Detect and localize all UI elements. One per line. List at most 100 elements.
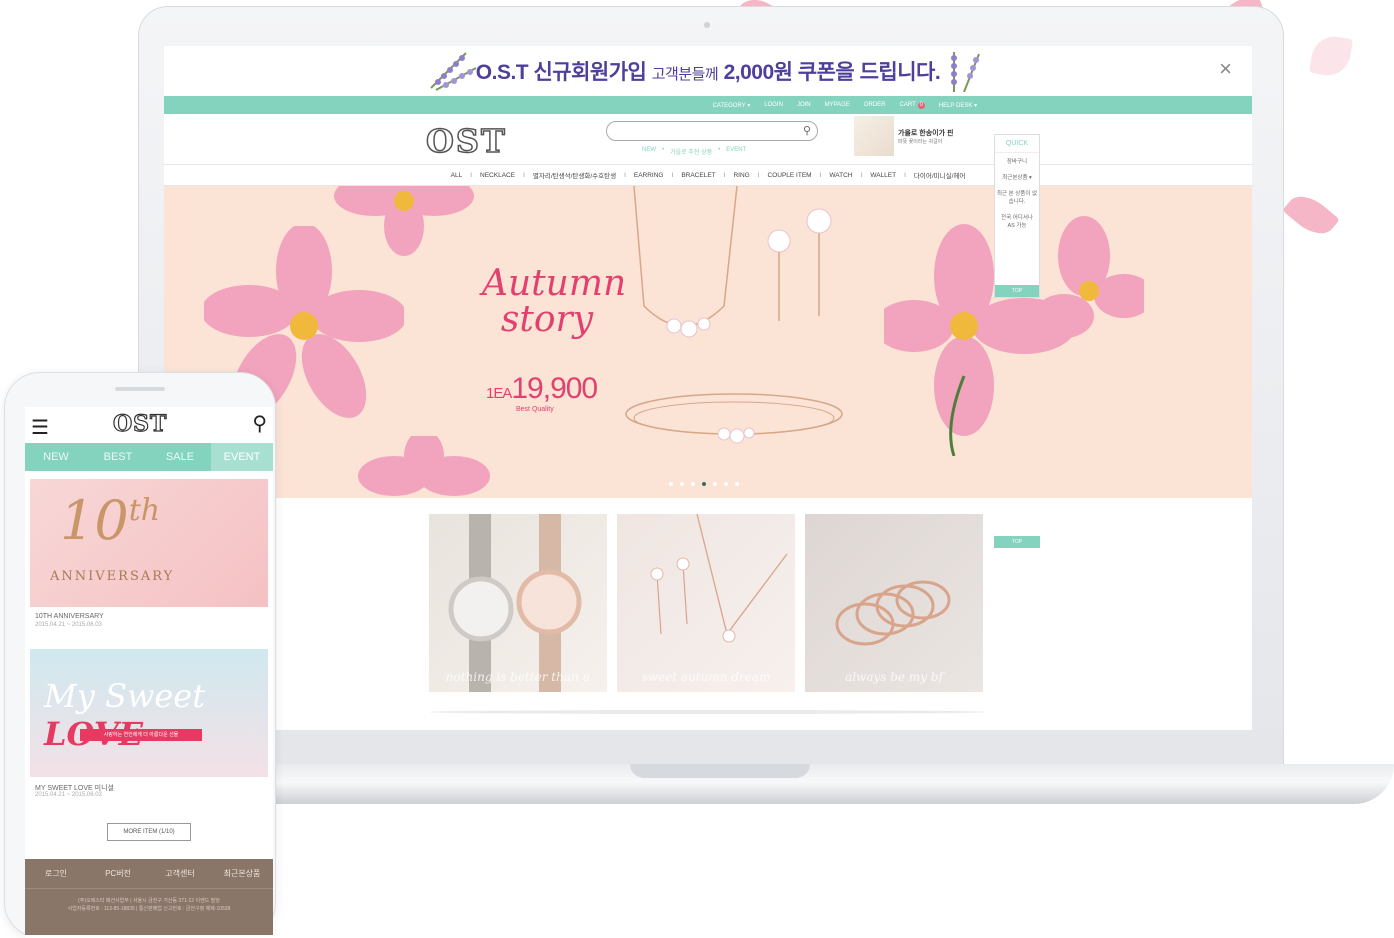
mobile-logo[interactable]: OST xyxy=(112,410,167,437)
hero-subtitle: Best Quality xyxy=(516,406,554,413)
mobile-screen: ☰ OST ⚲ NEW BEST SALE EVENT 10th ANNIVER… xyxy=(25,407,273,938)
footer-support[interactable]: 고객센터 xyxy=(149,859,211,888)
cosmos-flower-image xyxy=(358,436,490,496)
promo-banner[interactable]: O.S.T 신규회원가입 고객분들께 2,000원 쿠폰을 드립니다. × xyxy=(164,46,1252,96)
tab-best[interactable]: BEST xyxy=(87,443,149,471)
quick-top-button[interactable]: TOP xyxy=(995,285,1039,297)
search-icon[interactable]: ⚲ xyxy=(803,124,811,137)
tab-sale[interactable]: SALE xyxy=(149,443,211,471)
cat-hair[interactable]: 다이어/미니실/헤어 xyxy=(914,170,965,180)
quick-recent-empty: 최근 본 상품이 없습니다. xyxy=(997,191,1038,205)
footer-nav: 로그인 PC버전 고객센터 최근본상품 xyxy=(25,859,273,889)
cat-ring[interactable]: RING xyxy=(733,172,749,179)
rings-product-image xyxy=(835,580,951,646)
anniversary-number: 10th xyxy=(60,489,161,552)
cat-earring[interactable]: EARRING xyxy=(634,172,664,179)
recommend-link[interactable]: 가을로 추천 상품 xyxy=(670,147,712,156)
close-icon[interactable]: × xyxy=(1219,56,1232,82)
hero-pagination[interactable] xyxy=(669,482,739,486)
anniversary-word: ANNIVERSARY xyxy=(50,569,175,584)
hero-banner[interactable]: Autumn story 1EA19,900 Best Quality xyxy=(164,186,1252,498)
thumb-watches[interactable]: nothing is better than u xyxy=(429,514,607,692)
cart-link[interactable]: CART 0 xyxy=(900,101,925,109)
new-link[interactable]: NEW xyxy=(642,147,656,156)
hero-dot[interactable] xyxy=(680,482,684,486)
mypage-link[interactable]: MYPAGE xyxy=(825,102,850,108)
event-link[interactable]: EVENT xyxy=(726,147,746,156)
laptop-base xyxy=(230,764,1394,804)
mobile-footer: 로그인 PC버전 고객센터 최근본상품 (주)오에스티 패션사업부 | 서울시 … xyxy=(25,859,273,935)
hero-dot[interactable] xyxy=(669,482,673,486)
hero-dot-active[interactable] xyxy=(702,482,706,486)
helpdesk-menu[interactable]: HELP DESK ▾ xyxy=(939,102,977,109)
hero-dot[interactable] xyxy=(724,482,728,486)
cat-watch[interactable]: WATCH xyxy=(829,172,852,179)
event-card-anniversary[interactable]: 10th ANNIVERSARY xyxy=(30,479,268,607)
footer-company-info: (주)오에스티 패션사업부 | 서울시 금천구 가산동 371-12 이앤드 빌… xyxy=(67,898,231,912)
quick-as-info[interactable]: 전국 어디서나 AS 가능 xyxy=(995,209,1039,233)
hero-dot[interactable] xyxy=(691,482,695,486)
cat-birthstone[interactable]: 별자리/탄생석/탄생화/수호탄생 xyxy=(533,170,616,180)
cat-wallet[interactable]: WALLET xyxy=(870,172,896,179)
category-nav: ALL I NECKLACE I 별자리/탄생석/탄생화/수호탄생 I EARRING… xyxy=(164,164,1252,186)
join-link[interactable]: JOIN xyxy=(797,102,811,108)
header-ad-subtitle: 따뜻 꽃이라는 귀걸이 xyxy=(898,139,943,145)
search-icon[interactable]: ⚲ xyxy=(252,411,267,436)
laptop-notch xyxy=(630,764,810,778)
scroll-top-button[interactable]: TOP xyxy=(994,536,1040,548)
login-link[interactable]: LOGIN xyxy=(764,102,783,108)
event-date: 2015.04.21 ~ 2015.06.03 xyxy=(35,622,102,628)
quick-cart-link[interactable]: 장바구니 xyxy=(995,153,1039,169)
sweet-love-pill: 사랑하는 연인에게 더 아름다운 선물 xyxy=(80,729,202,741)
cat-necklace[interactable]: NECKLACE xyxy=(480,172,515,179)
footer-pc-version[interactable]: PC버전 xyxy=(87,859,149,888)
lavender-icon xyxy=(430,52,477,91)
speaker-icon xyxy=(115,387,165,391)
thumb-caption: always be my bf xyxy=(845,670,943,684)
footer-recent[interactable]: 최근본상품 xyxy=(211,859,273,888)
cosmos-flower-image xyxy=(334,186,474,256)
hero-dot[interactable] xyxy=(735,482,739,486)
camera-icon xyxy=(704,22,710,28)
cat-couple[interactable]: COUPLE ITEM xyxy=(768,172,812,179)
phone-frame: ☰ OST ⚲ NEW BEST SALE EVENT 10th ANNIVER… xyxy=(4,372,276,938)
quick-title: QUICK xyxy=(995,135,1039,153)
header-ad-image xyxy=(854,116,894,156)
footer-login[interactable]: 로그인 xyxy=(25,859,87,888)
promo-text: O.S.T 신규회원가입 고객분들께 2,000원 쿠폰을 드립니다. xyxy=(475,61,941,84)
event-date: 2015.04.21 ~ 2015.06.03 xyxy=(35,792,102,798)
order-link[interactable]: ORDER xyxy=(864,102,886,108)
desktop-screen: O.S.T 신규회원가입 고객분들께 2,000원 쿠폰을 드립니다. × CA… xyxy=(164,46,1252,730)
header-ad[interactable]: 가을로 한송이가 핀 따뜻 꽃이라는 귀걸이 xyxy=(854,116,974,156)
thumb-rings[interactable]: always be my bf xyxy=(805,514,983,692)
mobile-tabs: NEW BEST SALE EVENT xyxy=(25,443,273,471)
tab-new[interactable]: NEW xyxy=(25,443,87,471)
sweet-love-title: My Sweet LOVE xyxy=(44,677,206,753)
quick-recent-toggle[interactable]: 최근본상품 ▾ xyxy=(995,169,1039,185)
cat-bracelet[interactable]: BRACELET xyxy=(681,172,715,179)
hamburger-menu-icon[interactable]: ☰ xyxy=(31,415,49,440)
cart-count-badge: 0 xyxy=(917,101,925,109)
utility-bar: CATEGORY ▾ LOGIN JOIN MYPAGE ORDER CART 0… xyxy=(164,96,1252,114)
hero-title: Autumn story xyxy=(482,263,627,340)
product-thumbnails: nothing is better than u sweet autumn dr… xyxy=(429,514,983,692)
thumb-caption: sweet autumn dream xyxy=(641,670,771,684)
thumb-necklace-set[interactable]: sweet autumn dream xyxy=(617,514,795,692)
event-card-sweet-love[interactable]: My Sweet LOVE 사랑하는 연인에게 더 아름다운 선물 xyxy=(30,649,268,777)
watch-product-image xyxy=(448,514,582,692)
tab-event[interactable]: EVENT xyxy=(211,443,273,471)
header-sublinks: NEW • 가을로 추천 상품 • EVENT xyxy=(642,147,747,156)
cat-all[interactable]: ALL xyxy=(451,172,463,179)
divider xyxy=(429,710,985,714)
more-items-button[interactable]: MORE ITEM (1/10) xyxy=(107,823,191,841)
necklace-product-image xyxy=(633,186,738,338)
header-ad-title: 가을로 한송이가 핀 xyxy=(898,130,954,137)
category-menu[interactable]: CATEGORY ▾ xyxy=(713,102,751,109)
quick-panel: QUICK 장바구니 최근본상품 ▾ 최근 본 상품이 없습니다. 전국 어디서… xyxy=(994,134,1040,298)
site-logo[interactable]: OST xyxy=(425,121,507,161)
hero-dot[interactable] xyxy=(713,482,717,486)
search-input[interactable]: ⚲ xyxy=(606,121,818,141)
necklace-set-image xyxy=(650,514,788,643)
lavender-icon xyxy=(951,52,980,92)
petal-decoration xyxy=(1282,187,1340,243)
